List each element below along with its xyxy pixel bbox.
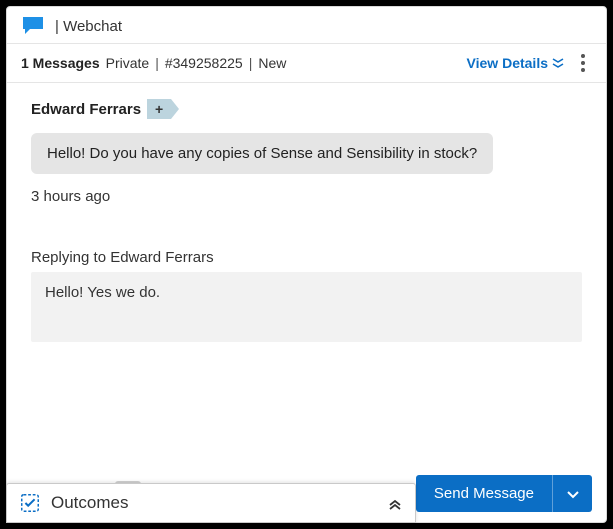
chat-window: | Webchat 1 Messages Private | #34925822… (6, 6, 607, 523)
more-options-button[interactable] (574, 52, 592, 74)
chat-bubble-icon (21, 15, 45, 37)
message-timestamp: 3 hours ago (7, 174, 606, 205)
channel-header: | Webchat (7, 7, 606, 44)
sender-name: Edward Ferrars (31, 101, 141, 118)
view-details-link[interactable]: View Details (467, 55, 564, 71)
add-tag-button[interactable]: + (147, 99, 171, 119)
outcomes-panel[interactable]: Outcomes (6, 483, 416, 523)
ticket-reference: #349258225 (165, 55, 243, 71)
ticket-status: New (258, 55, 286, 71)
reply-area: Replying to Edward Ferrars Hello! Yes we… (7, 205, 606, 342)
meta-separator: | (155, 55, 159, 71)
checklist-icon (19, 492, 41, 514)
reply-input[interactable]: Hello! Yes we do. (31, 272, 582, 342)
send-options-button[interactable] (552, 475, 592, 512)
meta-separator: | (249, 55, 253, 71)
view-details-label: View Details (467, 55, 548, 71)
channel-label: | Webchat (55, 18, 122, 35)
ticket-meta-left: 1 Messages Private | #349258225 | New (21, 55, 286, 71)
send-message-button[interactable]: Send Message (416, 475, 552, 512)
chevron-double-up-icon[interactable] (387, 495, 403, 511)
reply-draft-text: Hello! Yes we do. (45, 284, 160, 301)
incoming-message: Hello! Do you have any copies of Sense a… (31, 133, 493, 174)
message-count: 1 Messages (21, 55, 100, 71)
sender-row: Edward Ferrars + (7, 83, 606, 119)
ticket-meta-row: 1 Messages Private | #349258225 | New Vi… (7, 44, 606, 83)
ticket-visibility: Private (106, 55, 150, 71)
send-button-group: Send Message (416, 475, 592, 512)
plus-icon: + (155, 101, 163, 117)
chevron-double-down-icon (552, 57, 564, 69)
replying-to-label: Replying to Edward Ferrars (31, 249, 582, 266)
outcomes-label: Outcomes (51, 493, 128, 513)
message-container: Hello! Do you have any copies of Sense a… (7, 119, 606, 174)
